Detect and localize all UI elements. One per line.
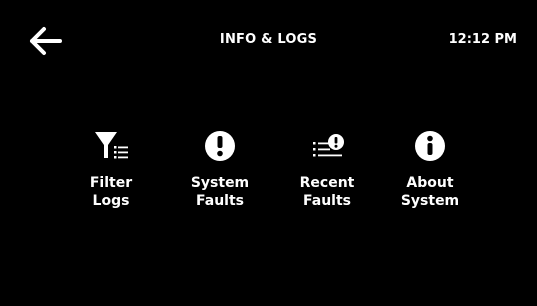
info-circle-icon (410, 128, 450, 168)
info-logs-screen: INFO & LOGS 12:12 PM Filter Logs System … (0, 0, 537, 306)
system-faults-label: System Faults (190, 175, 250, 209)
list-alert-icon (307, 128, 347, 168)
about-system-label: About System (400, 175, 460, 209)
recent-faults-button[interactable]: Recent Faults (282, 128, 372, 224)
clock-display: 12:12 PM (448, 32, 517, 47)
filter-list-icon (91, 128, 131, 168)
exclamation-circle-icon (200, 128, 240, 168)
filter-logs-label: Filter Logs (89, 175, 133, 209)
about-system-button[interactable]: About System (385, 128, 475, 224)
system-faults-button[interactable]: System Faults (175, 128, 265, 224)
filter-logs-button[interactable]: Filter Logs (66, 128, 156, 224)
recent-faults-label: Recent Faults (299, 175, 355, 209)
